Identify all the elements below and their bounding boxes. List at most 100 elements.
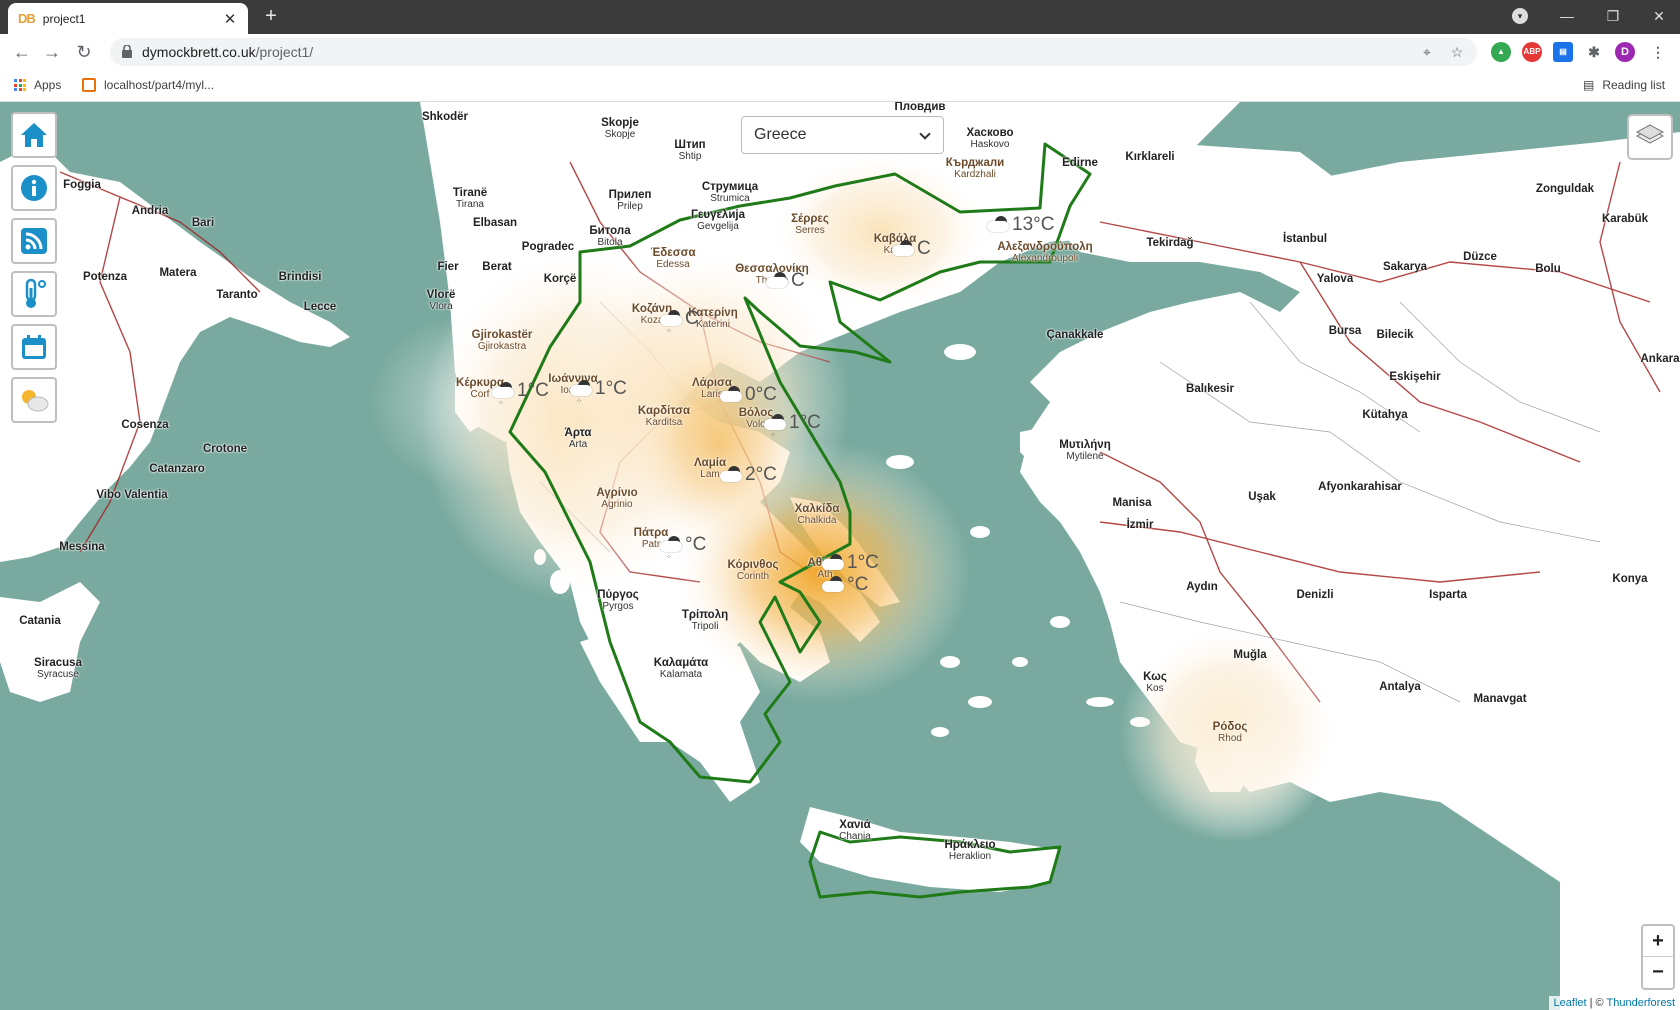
feed-button[interactable] <box>11 218 57 264</box>
city-label: Vibo Valentia <box>96 489 168 501</box>
location-icon[interactable]: ⌖ <box>1418 43 1436 61</box>
adblock-extension-icon[interactable]: ABP <box>1522 42 1542 62</box>
weather-marker[interactable]: 13°C <box>985 214 1054 236</box>
weather-marker[interactable]: ⁘ C <box>658 308 699 335</box>
weather-marker[interactable]: 1°C <box>820 552 879 574</box>
bookmark-star-icon[interactable]: ☆ <box>1448 43 1466 61</box>
reload-icon[interactable]: ↻ <box>72 40 96 64</box>
lock-icon <box>122 45 132 58</box>
city-label: Shkodër <box>421 111 469 123</box>
weather-temperature: C <box>917 238 931 259</box>
cloud-icon <box>820 575 846 595</box>
bookmark-apps[interactable]: Apps <box>14 78 61 92</box>
apps-grid-icon <box>14 79 26 91</box>
city-label: Taranto <box>216 289 258 301</box>
thermometer-icon <box>25 278 46 308</box>
land-turkey <box>1020 132 1680 1010</box>
city-label: Прилеп Prilep <box>608 189 652 212</box>
info-icon <box>21 175 47 201</box>
weather-temperature: 13°C <box>1012 214 1055 235</box>
rain-icon: ⁘ <box>762 413 788 439</box>
menu-kebab-icon[interactable]: ⋮ <box>1648 42 1668 62</box>
reading-list-button[interactable]: ▤ Reading list <box>1583 78 1665 92</box>
browser-tab[interactable]: DB project1 ✕ <box>8 3 248 34</box>
city-label: Τρίπολη Tripoli <box>681 609 729 632</box>
city-label: Yalova <box>1316 273 1354 285</box>
weather-marker[interactable]: ⁘ 1°C <box>568 378 627 405</box>
back-icon[interactable]: ← <box>10 40 34 64</box>
zoom-control: + − <box>1641 924 1675 990</box>
city-label: Konya <box>1612 573 1648 585</box>
weather-marker[interactable]: 0°C <box>718 384 777 406</box>
city-label: Хасково Haskovo <box>966 127 1014 150</box>
reader-extension-icon[interactable]: ▤ <box>1553 42 1573 62</box>
home-button[interactable] <box>11 112 57 158</box>
city-label: Cosenza <box>121 419 169 431</box>
cloud-icon <box>718 385 744 405</box>
city-label: Bari <box>191 217 215 229</box>
city-label: Kırklareli <box>1125 151 1175 163</box>
weather-marker[interactable]: ⁘ 1°C <box>490 380 549 407</box>
city-label: Potenza <box>82 271 128 283</box>
country-select-value: Greece <box>754 126 807 143</box>
zoom-in-button[interactable]: + <box>1643 926 1673 957</box>
city-label: Штип Shtip <box>674 139 706 162</box>
city-label: Antalya <box>1379 681 1421 693</box>
zoom-out-button[interactable]: − <box>1643 957 1673 988</box>
weather-button[interactable] <box>11 377 57 423</box>
restore-button[interactable]: ❐ <box>1590 0 1636 32</box>
forward-icon[interactable]: → <box>40 40 64 64</box>
cloud-icon <box>718 465 744 485</box>
city-label: Bolu <box>1535 263 1561 275</box>
address-bar[interactable]: dymockbrett.co.uk/project1/ ⌖ ☆ <box>110 38 1477 66</box>
calendar-button[interactable] <box>11 324 57 370</box>
weather-marker[interactable]: ⁘ 1°C <box>762 412 821 439</box>
layers-button[interactable] <box>1627 114 1673 160</box>
temperature-button[interactable] <box>11 271 57 317</box>
minimize-button[interactable]: — <box>1544 0 1590 32</box>
tab-close-icon[interactable]: ✕ <box>222 10 238 28</box>
new-tab-button[interactable]: + <box>260 5 282 27</box>
city-label: Düzce <box>1463 251 1497 263</box>
weather-marker[interactable]: ⁘ °C <box>658 534 707 561</box>
weather-temperature: 1°C <box>789 412 821 433</box>
weather-marker[interactable]: 2°C <box>718 464 777 486</box>
city-label: Messina <box>59 541 105 553</box>
map-view[interactable]: Skopje Skopje Штип Shtip Струмица Strumica При… <box>0 102 1680 1010</box>
city-label: Manisa <box>1112 497 1152 509</box>
thunderforest-link[interactable]: Thunderforest <box>1607 997 1675 1009</box>
close-window-button[interactable]: ✕ <box>1636 0 1680 32</box>
weather-marker[interactable]: C <box>764 270 805 292</box>
tab-search-icon[interactable]: ▾ <box>1512 8 1528 24</box>
city-label: Έδεσσα Edessa <box>650 247 696 270</box>
extensions-puzzle-icon[interactable]: ✱ <box>1584 42 1604 62</box>
weather-marker[interactable]: °C <box>820 574 868 596</box>
weather-temperature: °C <box>847 574 869 595</box>
weather-temperature: °C <box>685 534 707 555</box>
tab-favicon: DB <box>18 11 36 26</box>
bookmark-label: Apps <box>34 78 62 92</box>
bookmark-localhost[interactable]: localhost/part4/myl... <box>82 78 214 92</box>
info-button[interactable] <box>11 165 57 211</box>
city-label: Manavgat <box>1473 693 1527 705</box>
city-label: Κόρινθος Corinth <box>727 559 779 582</box>
drive-extension-icon[interactable]: ▲ <box>1491 42 1511 62</box>
city-label: Matera <box>159 267 197 279</box>
profile-avatar[interactable]: D <box>1615 42 1635 62</box>
cloud-icon <box>985 215 1011 235</box>
city-label: Gjirokastër Gjirokastra <box>471 329 533 352</box>
cloud-icon <box>764 271 790 291</box>
tab-title: project1 <box>42 11 86 26</box>
city-label: Кърджали Kardzhali <box>945 157 1005 180</box>
calendar-icon <box>22 335 46 359</box>
leaflet-link[interactable]: Leaflet <box>1554 997 1587 1009</box>
chevron-down-icon <box>919 128 931 140</box>
country-select[interactable]: Greece <box>741 116 944 154</box>
city-label: İstanbul <box>1282 233 1328 245</box>
city-label: Χαλκίδα Chalkida <box>794 503 840 526</box>
city-label: Berat <box>482 261 512 273</box>
city-label: Σέρρες Serres <box>791 213 829 236</box>
city-label: Karabük <box>1601 213 1649 225</box>
weather-marker[interactable]: C <box>890 238 931 260</box>
city-label: Γευγελија Gevgelija <box>691 209 745 232</box>
